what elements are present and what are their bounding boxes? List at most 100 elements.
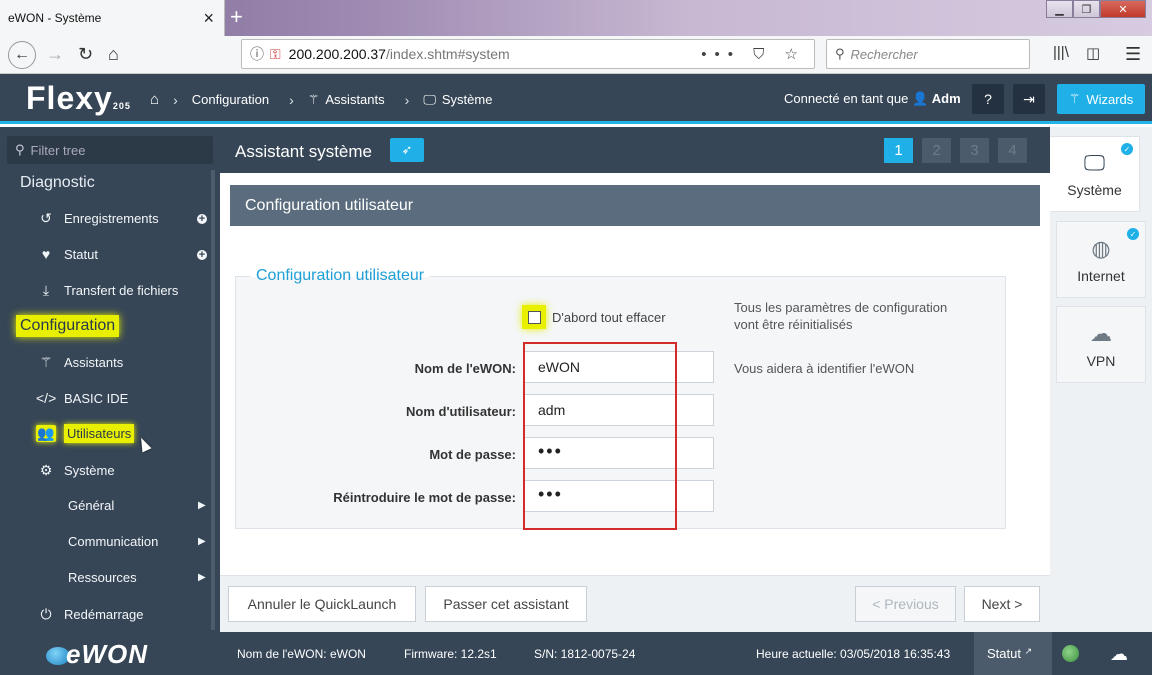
- rocket-icon: ➶: [401, 142, 413, 157]
- search-bar[interactable]: ⚲ Rechercher: [826, 39, 1030, 69]
- url-bar[interactable]: ⓘ ⚿ 200.200.200.37/index.shtm#system •••…: [241, 39, 815, 69]
- chevron-right-icon: ›: [289, 91, 294, 108]
- monitor-icon: 🖵: [1083, 150, 1106, 175]
- minimize-icon[interactable]: ▁: [1046, 0, 1073, 18]
- fieldset-legend: Configuration utilisateur: [250, 267, 431, 285]
- library-icon[interactable]: |||\: [1053, 44, 1069, 61]
- magic-wand-icon: ⚚: [1068, 91, 1081, 106]
- status-serial: S/N: 1812-0075-24: [534, 647, 636, 661]
- tab-title: eWON - Système: [8, 11, 102, 25]
- wizard-title-bar: Assistant système ➶ 1 2 3 4: [220, 127, 1050, 173]
- breadcrumb-systeme[interactable]: Système: [442, 92, 493, 107]
- ewon-name-input[interactable]: [524, 351, 714, 383]
- step-2[interactable]: 2: [922, 138, 951, 163]
- code-icon: </>: [36, 390, 57, 406]
- url-host: 200.200.200.37: [288, 46, 386, 62]
- logout-icon: ⇥: [1023, 90, 1035, 107]
- sidebar-subitem-communication[interactable]: Communication: [68, 534, 158, 549]
- wizard-button-bar: Annuler le QuickLaunch Passer cet assist…: [220, 575, 1050, 632]
- tab-systeme[interactable]: ✓ 🖵 Système: [1050, 136, 1140, 212]
- sidebar-item-transfert[interactable]: ⤓ Transfert de fichiers: [36, 282, 179, 299]
- help-button[interactable]: ?: [972, 84, 1004, 114]
- reload-icon[interactable]: ↻: [78, 44, 93, 65]
- magic-wand-icon: ⚚: [307, 91, 320, 107]
- erase-all-checkbox-row[interactable]: D'abord tout effacer: [522, 305, 666, 329]
- page-actions-icon[interactable]: ••• ⛉ ☆: [701, 45, 806, 63]
- sidebar-item-redemarrage[interactable]: ⏻ Redémarrage: [36, 606, 143, 623]
- forward-icon[interactable]: →: [46, 44, 64, 65]
- tab-internet[interactable]: ✓ ◍ Internet: [1056, 221, 1146, 298]
- confirm-password-input[interactable]: [524, 480, 714, 512]
- browser-tab[interactable]: eWON - Système ×: [0, 0, 225, 36]
- erase-help-text: Tous les paramètres de configuration von…: [734, 300, 948, 332]
- previous-button[interactable]: < Previous: [855, 586, 956, 622]
- restore-icon[interactable]: ❐: [1073, 0, 1100, 18]
- info-icon[interactable]: ⓘ: [250, 44, 264, 64]
- home-icon[interactable]: ⌂: [150, 91, 159, 108]
- check-icon: ✓: [1127, 228, 1139, 240]
- sidebar-scrollbar[interactable]: [211, 170, 215, 630]
- url-path: /index.shtm#system: [385, 46, 510, 62]
- external-link-icon: ↗: [1024, 646, 1033, 656]
- power-icon: ⏻: [40, 606, 52, 622]
- home-icon[interactable]: ⌂: [108, 44, 119, 65]
- sidebar-item-enregistrements[interactable]: ↺ Enregistrements: [36, 210, 159, 227]
- internet-status-icon[interactable]: [1062, 645, 1079, 662]
- window-close-icon[interactable]: ✕: [1100, 0, 1146, 18]
- sidebar-subitem-general[interactable]: Général: [68, 498, 114, 513]
- status-firmware: Firmware: 12.2s1: [404, 647, 497, 661]
- wizards-button[interactable]: ⚚ Wizards: [1057, 84, 1145, 114]
- sidebar: ⚲ Filter tree Diagnostic ↺ Enregistremen…: [0, 127, 220, 675]
- username-input[interactable]: [524, 394, 714, 426]
- close-tab-icon[interactable]: ×: [203, 8, 214, 29]
- sidebar-item-systeme[interactable]: ⚙ Système: [36, 462, 115, 479]
- skip-wizard-button[interactable]: Passer cet assistant: [425, 586, 587, 622]
- password-label: Mot de passe:: [429, 447, 516, 462]
- window-controls: ▁ ❐ ✕: [1046, 0, 1146, 18]
- sidebar-item-utilisateurs[interactable]: 👥 Utilisateurs: [36, 424, 135, 443]
- step-4[interactable]: 4: [998, 138, 1027, 163]
- new-tab-icon[interactable]: +: [230, 4, 243, 30]
- user-config-fieldset: Configuration utilisateur D'abord tout e…: [235, 267, 1006, 529]
- user-name: Adm: [931, 91, 961, 106]
- user-icon: 👤: [911, 91, 929, 106]
- logout-button[interactable]: ⇥: [1013, 84, 1045, 114]
- filter-tree-input[interactable]: ⚲ Filter tree: [7, 136, 213, 164]
- sidebar-item-assistants[interactable]: ⚚ Assistants: [36, 354, 124, 371]
- vpn-cloud-icon[interactable]: ☁: [1110, 644, 1128, 665]
- expand-icon[interactable]: +: [197, 249, 207, 261]
- chevron-right-icon: ›: [404, 91, 410, 108]
- globe-icon: ◍: [1091, 235, 1111, 261]
- tab-vpn[interactable]: ☁ VPN: [1056, 306, 1146, 383]
- next-button[interactable]: Next >: [964, 586, 1040, 622]
- step-3[interactable]: 3: [960, 138, 989, 163]
- step-1[interactable]: 1: [884, 138, 913, 163]
- breadcrumb-configuration[interactable]: Configuration: [192, 92, 269, 107]
- heartbeat-icon: ♥: [41, 246, 51, 262]
- sidebar-item-statut[interactable]: ♥ Statut: [36, 246, 98, 262]
- back-icon[interactable]: ←: [8, 41, 36, 69]
- breadcrumb-assistants[interactable]: Assistants: [325, 92, 384, 107]
- erase-all-checkbox[interactable]: [522, 305, 546, 329]
- sidebar-section-configuration[interactable]: Configuration: [16, 315, 120, 337]
- expand-icon[interactable]: +: [197, 213, 207, 225]
- password-input[interactable]: [524, 437, 714, 469]
- sidebar-item-basic-ide[interactable]: </> BASIC IDE: [36, 390, 128, 406]
- app-header: Flexy205 ⌂ › Configuration › ⚚ Assistant…: [0, 74, 1152, 124]
- confirm-password-label: Réintroduire le mot de passe:: [333, 490, 516, 505]
- download-icon: ⤓: [42, 282, 50, 298]
- sidebar-section-diagnostic[interactable]: Diagnostic: [20, 174, 95, 192]
- cancel-quicklaunch-button[interactable]: Annuler le QuickLaunch: [228, 586, 416, 622]
- ewon-name-help: Vous aidera à identifier l'eWON: [734, 361, 915, 376]
- status-time: Heure actuelle: 03/05/2018 16:35:43: [756, 647, 951, 661]
- magic-wand-icon: ⚚: [39, 354, 53, 370]
- menu-icon[interactable]: ☰: [1125, 44, 1141, 65]
- sidebar-subitem-ressources[interactable]: Ressources: [68, 570, 137, 585]
- logged-in-user: Connecté en tant que 👤 Adm: [784, 91, 961, 106]
- breadcrumb: ⌂ › Configuration › ⚚ Assistants › 🖵 Sys…: [150, 91, 506, 108]
- statut-button[interactable]: Statut ↗: [974, 632, 1052, 675]
- ewon-logo: eWON: [46, 639, 148, 670]
- sidebar-toggle-icon[interactable]: ◫: [1086, 44, 1100, 62]
- quicklaunch-button[interactable]: ➶: [390, 138, 424, 162]
- users-icon: 👥: [36, 425, 56, 442]
